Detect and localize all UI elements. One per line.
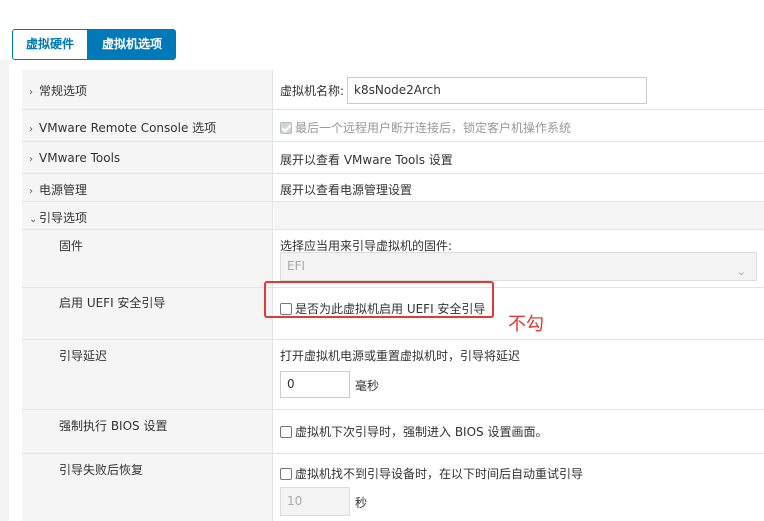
lock-guest-checkbox	[280, 122, 292, 134]
boot-retry-text: 虚拟机找不到引导设备时，在以下时间后自动重试引导	[295, 467, 584, 481]
tab-virtual-hardware[interactable]: 虚拟硬件	[12, 29, 89, 60]
boot-retry-unit: 秒	[355, 496, 368, 510]
row-label: VMware Tools	[39, 151, 121, 165]
boot-retry-input: 10	[280, 487, 350, 516]
boot-delay-unit: 毫秒	[355, 379, 380, 393]
firmware-label: 固件	[59, 239, 84, 253]
row-label: VMware Remote Console 选项	[39, 121, 217, 135]
row-force-bios: 强制执行 BIOS 设置 虚拟机下次引导时，强制进入 BIOS 设置画面。	[22, 410, 764, 454]
chevron-right-icon: ›	[29, 154, 33, 165]
firmware-select: EFI ⌄	[280, 252, 757, 281]
vm-name-input[interactable]: k8sNode2Arch	[347, 77, 647, 104]
lock-guest-text: 最后一个远程用户断开连接后，锁定客户机操作系统	[295, 121, 572, 135]
tab-vm-options[interactable]: 虚拟机选项	[88, 29, 177, 60]
row-general-header[interactable]: › 常规选项	[22, 70, 273, 109]
chevron-right-icon: ›	[29, 186, 33, 197]
boot-retry-label: 引导失败后恢复	[59, 463, 144, 477]
force-bios-text: 虚拟机下次引导时，强制进入 BIOS 设置画面。	[295, 425, 548, 439]
row-boot: ⌄ 引导选项	[22, 202, 764, 230]
power-summary: 展开以查看电源管理设置	[280, 183, 413, 197]
chevron-down-icon: ⌄	[29, 214, 38, 225]
chevron-right-icon: ›	[29, 87, 33, 98]
row-tools: › VMware Tools 展开以查看 VMware Tools 设置	[22, 142, 764, 174]
row-general: › 常规选项 虚拟机名称: k8sNode2Arch	[22, 70, 764, 110]
firmware-select-value: EFI	[287, 259, 306, 273]
row-vmrc-header[interactable]: › VMware Remote Console 选项	[22, 110, 273, 141]
tools-summary: 展开以查看 VMware Tools 设置	[280, 153, 453, 167]
annotation-text: 不勾	[508, 314, 544, 335]
row-tools-header[interactable]: › VMware Tools	[22, 142, 273, 173]
row-power: › 电源管理 展开以查看电源管理设置	[22, 174, 764, 202]
chevron-right-icon: ›	[29, 124, 33, 135]
row-firmware: 固件 选择应当用来引导虚拟机的固件: EFI ⌄	[22, 230, 764, 288]
row-label: 电源管理	[39, 183, 88, 197]
row-boot-header[interactable]: ⌄ 引导选项	[22, 202, 273, 229]
annotation-highlight-box	[264, 281, 494, 318]
chevron-down-icon: ⌄	[736, 265, 746, 278]
boot-delay-label: 引导延迟	[59, 349, 108, 363]
row-boot-retry: 引导失败后恢复 虚拟机找不到引导设备时，在以下时间后自动重试引导 10 秒	[22, 454, 764, 521]
row-power-header[interactable]: › 电源管理	[22, 174, 273, 201]
row-label: 引导选项	[39, 211, 88, 225]
tab-bar: 虚拟硬件 虚拟机选项	[12, 29, 177, 60]
row-label: 常规选项	[39, 84, 88, 98]
boot-delay-description: 打开虚拟机电源或重置虚拟机时，引导将延迟	[280, 349, 521, 363]
force-bios-checkbox[interactable]	[280, 426, 292, 438]
row-boot-delay: 引导延迟 打开虚拟机电源或重置虚拟机时，引导将延迟 0 毫秒	[22, 340, 764, 410]
left-scroll-strip	[0, 60, 9, 521]
boot-retry-checkbox[interactable]	[280, 468, 292, 480]
uefi-label: 启用 UEFI 安全引导	[59, 296, 166, 310]
vm-name-label: 虚拟机名称:	[280, 84, 345, 98]
row-vmrc: › VMware Remote Console 选项 最后一个远程用户断开连接后，…	[22, 110, 764, 142]
boot-delay-input[interactable]: 0	[280, 371, 350, 398]
force-bios-label: 强制执行 BIOS 设置	[59, 419, 168, 433]
